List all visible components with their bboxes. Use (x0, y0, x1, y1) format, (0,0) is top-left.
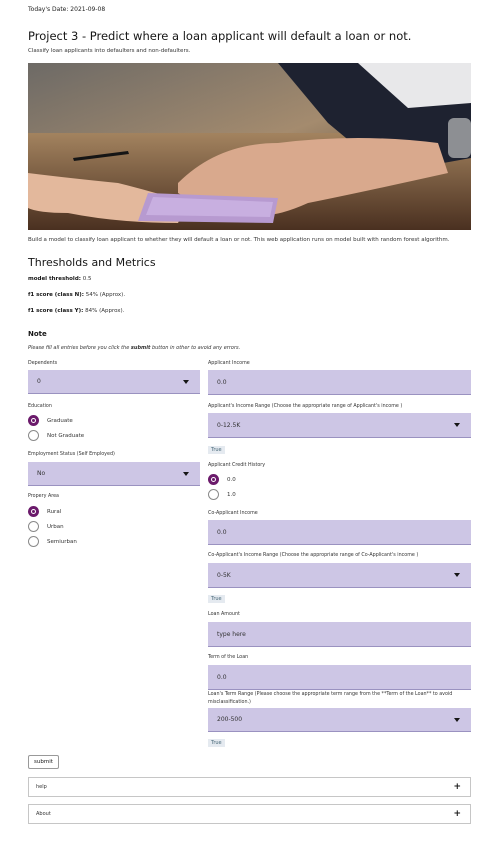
chevron-down-icon (454, 423, 460, 427)
property-area-label: Propery Area (28, 494, 59, 499)
radio-label: Graduate (47, 417, 73, 424)
education-label: Education (28, 404, 52, 409)
radio-label: Urban (47, 523, 64, 530)
loan-amount-label: Loan Amount (208, 612, 240, 617)
chevron-down-icon (183, 379, 189, 384)
applicant-income-input[interactable]: 0.0 (208, 370, 471, 395)
radio-selected-icon (28, 506, 39, 517)
f1-score-n: f1 score (class N): 54% (Approx). (28, 292, 125, 298)
hero-image (28, 63, 471, 230)
coapplicant-range-value: 0-5K (217, 571, 231, 579)
coapplicant-income-input[interactable]: 0.0 (208, 520, 471, 545)
submit-button[interactable]: submit (28, 755, 59, 769)
radio-label: Rural (47, 508, 62, 515)
help-expander[interactable]: help + (28, 777, 471, 797)
model-threshold-value: 0.5 (82, 276, 92, 282)
coapplicant-income-label: Co-Applicant Income (208, 511, 258, 516)
loan-term-input[interactable]: 0.0 (208, 665, 471, 690)
term-range-status-badge: True (208, 739, 225, 747)
coapplicant-range-label: Co-Applicant's Income Range (Choose the … (208, 553, 419, 558)
dependents-label: Dependents (28, 361, 58, 366)
radio-label: 0.0 (227, 476, 236, 483)
radio-selected-icon (28, 415, 39, 426)
employment-value: No (37, 470, 46, 477)
radio-label: Not Graduate (47, 432, 85, 439)
income-range-label: Applicant's Income Range (Choose the app… (208, 404, 403, 409)
credit-history-label: Applicant Credit History (208, 463, 266, 468)
model-threshold: model threshold: 0.5 (28, 276, 91, 282)
note-text: Please fill all entries before you click… (28, 345, 240, 351)
chevron-down-icon (454, 717, 460, 722)
radio-unselected-icon (208, 489, 219, 500)
loan-amount-input[interactable]: type here (208, 622, 471, 647)
term-range-label-line1: Loan's Term Range (Please choose the app… (208, 692, 453, 697)
about-expander[interactable]: About + (28, 804, 471, 824)
page-subtitle: Classify loan applicants into defaulters… (28, 48, 191, 54)
loan-term-value: 0.0 (217, 673, 227, 681)
property-option-rural[interactable]: Rural (28, 506, 61, 517)
income-range-value: 0-12.5K (217, 421, 241, 429)
help-expander-label: help (36, 784, 47, 790)
f1-score-y-label: f1 score (class Y): (28, 308, 84, 314)
radio-unselected-icon (28, 536, 39, 547)
f1-score-n-value: 54% (Approx). (85, 292, 126, 298)
loan-term-label: Term of the Loan (208, 655, 249, 660)
page-title: Project 3 - Predict where a loan applica… (28, 29, 412, 43)
about-expander-label: About (36, 811, 51, 817)
f1-score-y-value: 84% (Approx). (85, 308, 125, 314)
metrics-heading: Thresholds and Metrics (28, 256, 156, 269)
f1-score-n-label: f1 score (class N): (28, 292, 84, 298)
model-threshold-label: model threshold: (28, 276, 81, 282)
chevron-down-icon (183, 471, 189, 476)
coapplicant-income-value: 0.0 (217, 528, 227, 536)
plus-icon: + (453, 782, 461, 792)
radio-label: Semiurban (47, 538, 77, 545)
property-option-urban[interactable]: Urban (28, 521, 64, 532)
term-range-value: 200-500 (217, 716, 243, 723)
radio-selected-icon (208, 474, 219, 485)
dependents-value: 0 (37, 378, 41, 385)
applicant-income-label: Applicant Income (208, 361, 250, 366)
radio-unselected-icon (28, 430, 39, 441)
loan-amount-placeholder: type here (217, 630, 246, 638)
education-option-graduate[interactable]: Graduate (28, 415, 73, 426)
applicant-income-value: 0.0 (217, 378, 227, 386)
credit-history-option-0[interactable]: 0.0 (208, 474, 236, 485)
radio-unselected-icon (28, 521, 39, 532)
credit-history-option-1[interactable]: 1.0 (208, 489, 236, 500)
plus-icon: + (453, 809, 461, 819)
employment-select[interactable]: No (28, 462, 200, 486)
coapplicant-range-status-badge: True (208, 595, 225, 603)
employment-label: Employment Status (Self Employed) (28, 452, 115, 457)
note-text-before: Please fill all entries before you click… (28, 345, 130, 351)
property-option-semiurban[interactable]: Semiurban (28, 536, 77, 547)
note-heading: Note (28, 330, 47, 338)
note-text-bold: submit (130, 345, 151, 351)
term-range-select[interactable]: 200-500 (208, 708, 471, 732)
dependents-select[interactable]: 0 (28, 370, 200, 394)
term-range-label-line2: misclassification.) (208, 700, 251, 705)
chevron-down-icon (454, 573, 460, 577)
f1-score-y: f1 score (class Y): 84% (Approx). (28, 308, 124, 314)
education-option-not-graduate[interactable]: Not Graduate (28, 430, 84, 441)
income-range-select[interactable]: 0-12.5K (208, 413, 471, 438)
coapplicant-range-select[interactable]: 0-5K (208, 563, 471, 588)
note-text-after: button in other to avoid any errors. (151, 345, 241, 351)
todays-date: Today's Date: 2021-09-08 (28, 6, 106, 13)
income-range-status-badge: True (208, 446, 225, 454)
radio-label: 1.0 (227, 491, 236, 498)
page-description: Build a model to classify loan applicant… (28, 237, 450, 243)
